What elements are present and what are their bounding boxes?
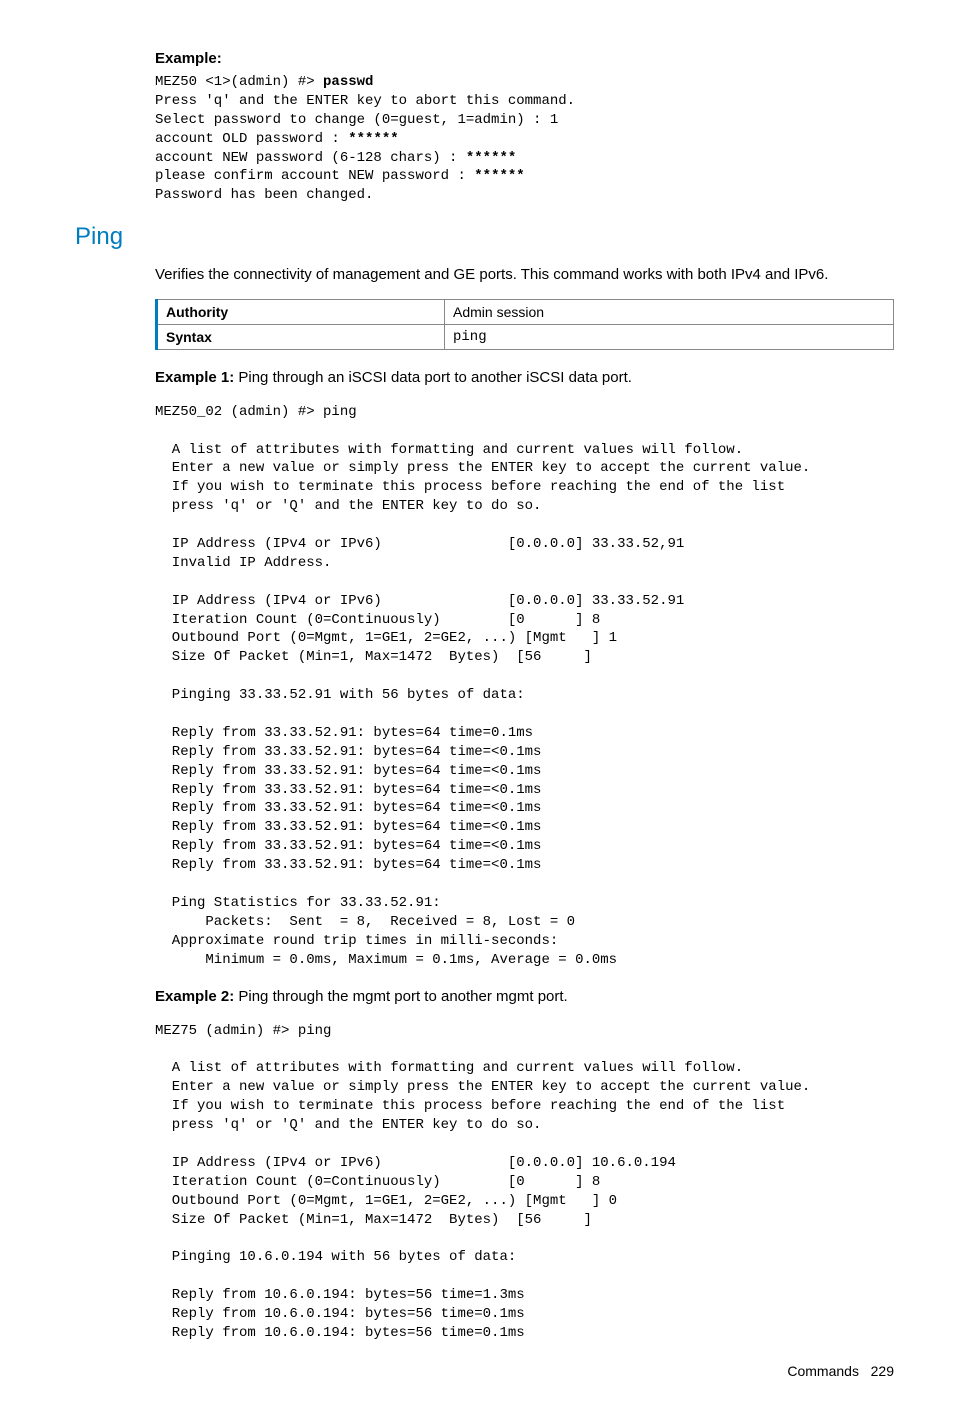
table-row: Authority Admin session — [157, 300, 894, 325]
example1-heading: Example 1: Ping through an iSCSI data po… — [155, 368, 894, 388]
ping-info-table: Authority Admin session Syntax ping — [155, 299, 894, 350]
example0-code: MEZ50 <1>(admin) #> passwd Press 'q' and… — [155, 73, 894, 205]
example2-code: MEZ75 (admin) #> ping A list of attribut… — [155, 1022, 894, 1343]
ping-description: Verifies the connectivity of management … — [155, 265, 894, 285]
example1-desc: Ping through an iSCSI data port to anoth… — [238, 369, 632, 386]
syntax-value: ping — [445, 325, 894, 350]
example2-desc: Ping through the mgmt port to another mg… — [238, 988, 567, 1005]
authority-value: Admin session — [445, 300, 894, 325]
table-row: Syntax ping — [157, 325, 894, 350]
example1-lead: Example 1: — [155, 369, 238, 386]
page-footer: Commands 229 — [75, 1363, 894, 1379]
syntax-label: Syntax — [157, 325, 445, 350]
example0-line-confirm: please confirm account NEW password : — [155, 168, 474, 184]
footer-page: 229 — [871, 1363, 894, 1379]
example0-stars2: ****** — [466, 150, 516, 166]
example0-line-new: account NEW password (6-128 chars) : — [155, 150, 466, 166]
authority-label: Authority — [157, 300, 445, 325]
footer-section: Commands — [787, 1363, 859, 1379]
example1-code: MEZ50_02 (admin) #> ping A list of attri… — [155, 403, 894, 970]
example0-line-done: Password has been changed. — [155, 187, 373, 203]
example0-stars3: ****** — [474, 168, 524, 184]
example2-lead: Example 2: — [155, 988, 238, 1005]
example0-cmd: passwd — [323, 74, 373, 90]
example0-prompt-prefix: MEZ50 <1>(admin) #> — [155, 74, 323, 90]
example2-heading: Example 2: Ping through the mgmt port to… — [155, 987, 894, 1007]
example0-stars1: ****** — [348, 131, 398, 147]
example-heading: Example: — [155, 50, 894, 67]
section-title-ping: Ping — [75, 223, 894, 251]
